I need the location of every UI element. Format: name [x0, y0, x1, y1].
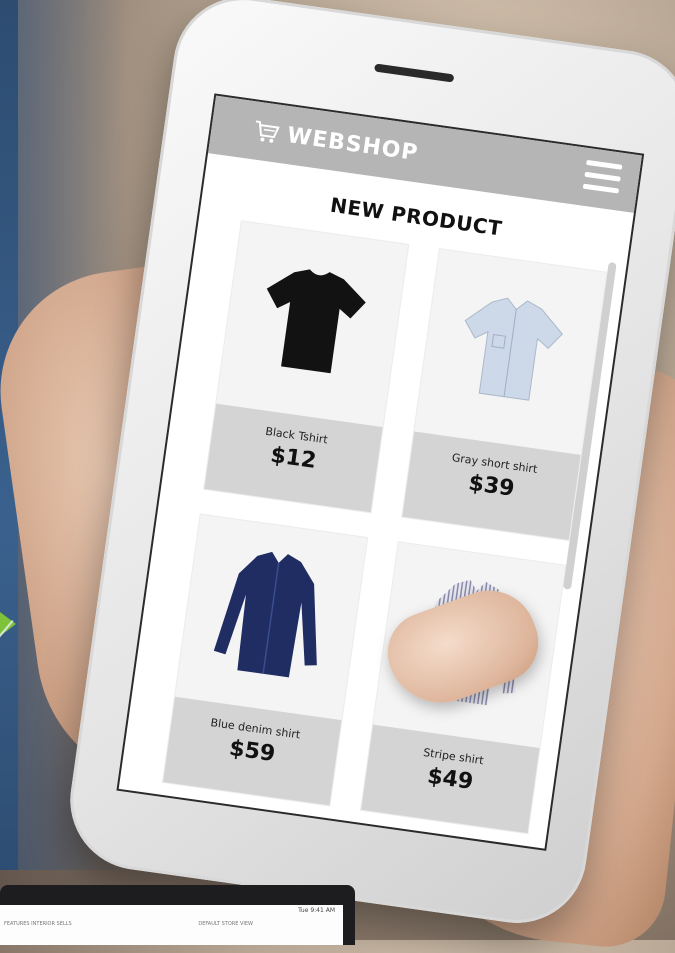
denim-shirt-image: [176, 515, 367, 712]
product-info: Blue denim shirt $59: [163, 696, 342, 806]
tshirt-image: [217, 221, 408, 418]
shop-logo[interactable]: WEBSHOP: [286, 123, 420, 166]
laptop-status-bar: Tue 9:41 AM: [298, 907, 335, 914]
product-info: Black Tshirt $12: [204, 403, 383, 513]
phone-speaker: [374, 63, 455, 83]
laptop-device: Tue 9:41 AM FEATURES INTERIOR SELLS DEFA…: [0, 885, 355, 945]
laptop-nav: FEATURES INTERIOR SELLS: [4, 921, 72, 927]
product-info: Stripe shirt $49: [361, 724, 540, 834]
product-grid: Black Tshirt $12 Gray short shirt $39 Bl…: [120, 214, 625, 836]
product-card-black-tshirt[interactable]: Black Tshirt $12: [203, 220, 410, 514]
shirt-image: [416, 249, 607, 446]
shopping-cart-icon[interactable]: [252, 119, 281, 144]
product-info: Gray short shirt $39: [402, 431, 581, 541]
laptop-store-view: DEFAULT STORE VIEW: [198, 921, 253, 927]
hamburger-menu-icon[interactable]: [582, 159, 623, 199]
product-card-blue-denim-shirt[interactable]: Blue denim shirt $59: [161, 513, 369, 807]
phone-screen: WEBSHOP NEW PRODUCT Black Tshirt $12 Gra…: [116, 93, 645, 851]
laptop-screen: Tue 9:41 AM FEATURES INTERIOR SELLS DEFA…: [0, 905, 343, 945]
smartphone: WEBSHOP NEW PRODUCT Black Tshirt $12 Gra…: [61, 0, 675, 932]
